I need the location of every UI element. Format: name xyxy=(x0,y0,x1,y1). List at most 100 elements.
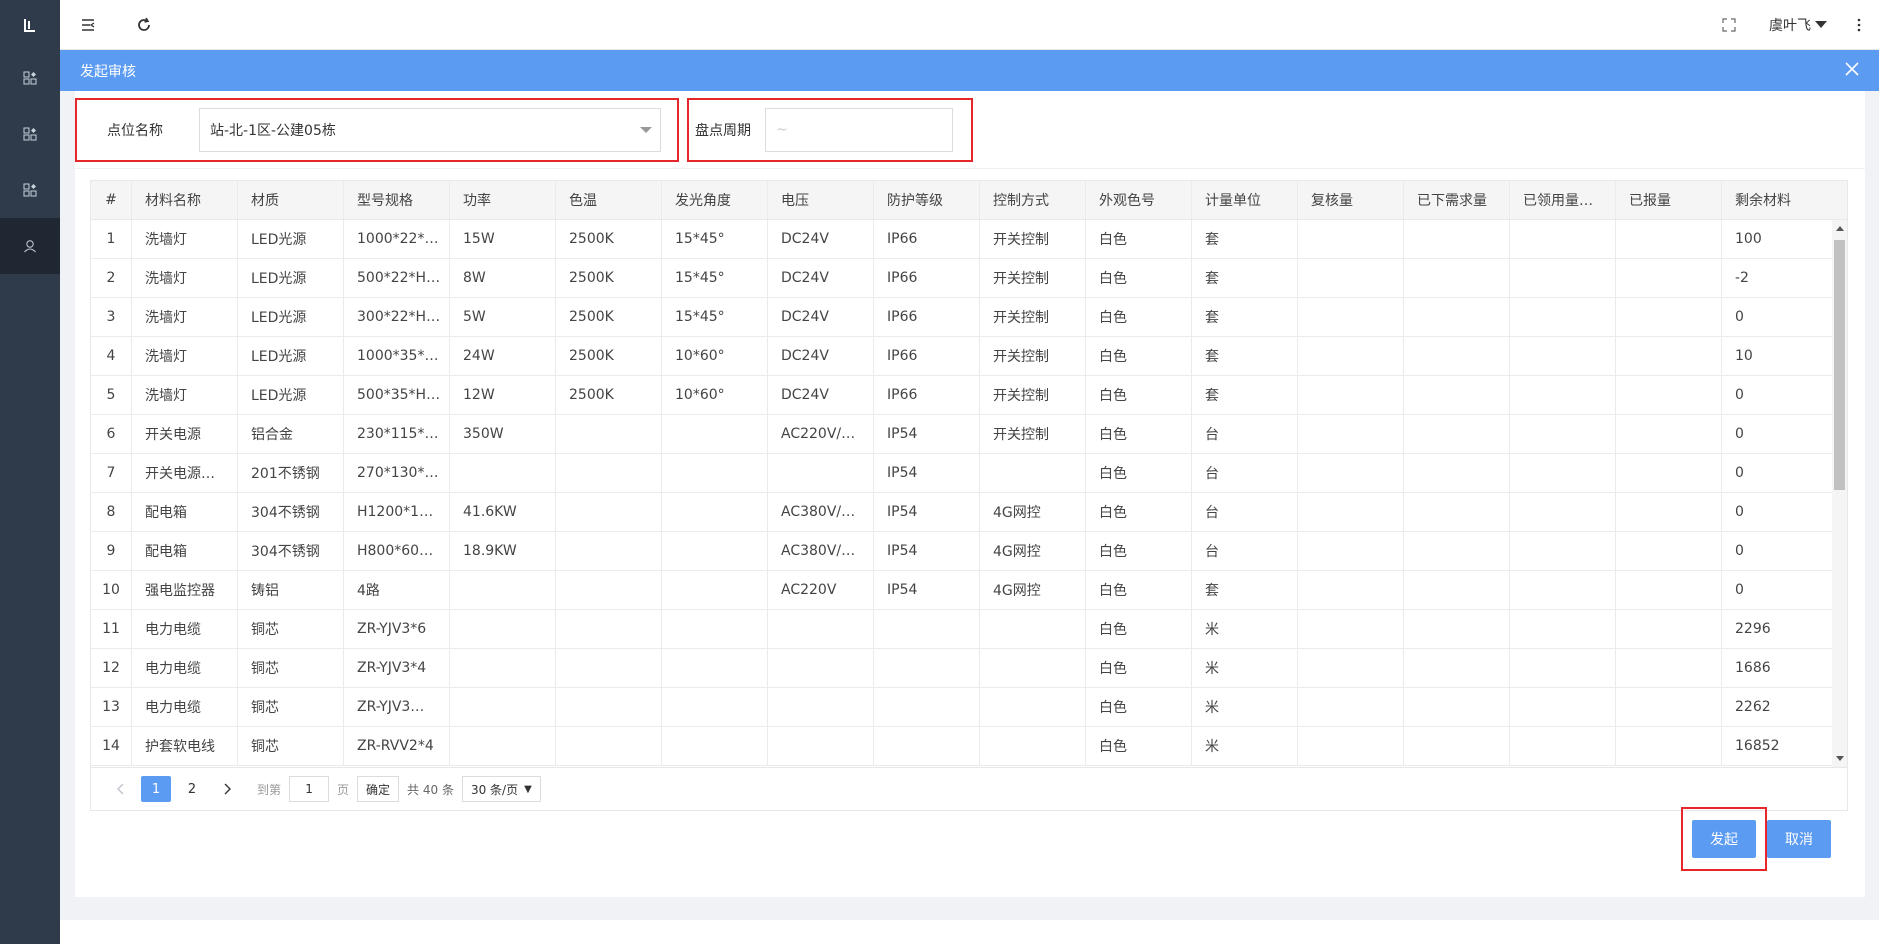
table-cell xyxy=(662,688,768,726)
table-cell xyxy=(1404,454,1510,492)
table-cell: 0 xyxy=(1735,387,1744,403)
cancel-button[interactable]: 取消 xyxy=(1767,820,1831,858)
table-cell xyxy=(1298,298,1404,336)
table-cell xyxy=(1616,454,1722,492)
table-cell: 电力电缆 xyxy=(132,688,238,726)
table-cell: 14 xyxy=(91,727,132,765)
table-cell xyxy=(450,610,556,648)
table-cell: 开关控制 xyxy=(980,337,1086,375)
table-row[interactable]: 3 洗墙灯 LED光源 300*22*H… 5W 2500K 15*45° DC24V IP66… xyxy=(91,298,1847,337)
table-cell: 开关控制 xyxy=(980,415,1086,453)
sidebar-item-1[interactable] xyxy=(0,50,60,106)
table-cell xyxy=(556,649,662,687)
period-label: 盘点周期 xyxy=(695,122,751,139)
table-cell xyxy=(1510,571,1616,609)
scroll-down-icon[interactable] xyxy=(1836,756,1844,761)
table-cell: 16852 xyxy=(1735,738,1780,754)
menu-toggle-icon[interactable] xyxy=(60,0,116,50)
table-row[interactable]: 10 强电监控器 铸铝 4路 AC220V IP54 4G网控 白色套 0 xyxy=(91,571,1847,610)
sidebar-item-3[interactable] xyxy=(0,162,60,218)
table-cell xyxy=(556,727,662,765)
table-cell xyxy=(662,727,768,765)
table-cell: 15*45° xyxy=(662,298,768,336)
table-cell: 0 xyxy=(1735,465,1744,481)
table-cell: 洗墙灯 xyxy=(132,376,238,414)
chevron-down-icon xyxy=(1815,21,1827,28)
table-cell: 18.9KW xyxy=(450,532,556,570)
column-header: 防护等级 xyxy=(874,181,980,219)
logo xyxy=(0,0,60,50)
page-2[interactable]: 2 xyxy=(177,776,207,802)
table-cell: 4G网控 xyxy=(980,571,1086,609)
table-cell xyxy=(768,727,874,765)
table-cell xyxy=(1298,532,1404,570)
location-select[interactable]: 站-北-1区-公建05栋 xyxy=(199,107,661,152)
table-cell xyxy=(450,649,556,687)
table-cell xyxy=(768,688,874,726)
table-cell xyxy=(556,493,662,531)
table-cell: 洗墙灯 xyxy=(132,220,238,258)
more-vertical-icon[interactable] xyxy=(1839,0,1879,50)
sidebar-item-4[interactable] xyxy=(0,218,60,274)
table-cell xyxy=(1404,727,1510,765)
table-row[interactable]: 4 洗墙灯 LED光源 1000*35*… 24W 2500K 10*60° DC24V IP6… xyxy=(91,337,1847,376)
table-row[interactable]: 7 开关电源… 201不锈钢 270*130*… IP54 白色台 0 xyxy=(91,454,1847,493)
table-cell: 201不锈钢 xyxy=(238,454,344,492)
page-1[interactable]: 1 xyxy=(141,776,171,802)
table-cell: DC24V xyxy=(768,298,874,336)
table-scrollbar[interactable] xyxy=(1832,220,1847,767)
table-cell: 套 xyxy=(1192,571,1298,609)
table-cell: IP66 xyxy=(874,259,980,297)
page-size-select[interactable]: 30 条/页 ▼ xyxy=(461,776,541,802)
close-icon[interactable] xyxy=(1845,61,1859,80)
table-cell: 2 xyxy=(91,259,132,297)
page-label: 页 xyxy=(337,782,350,797)
table-row[interactable]: 11 电力电缆 铜芯 ZR-YJV3*6 白色米 2296 xyxy=(91,610,1847,649)
table-cell: 13 xyxy=(91,688,132,726)
table-row[interactable]: 12 电力电缆 铜芯 ZR-YJV3*4 白色米 1686 xyxy=(91,649,1847,688)
table-row[interactable]: 8 配电箱 304不锈钢 H1200*1… 41.6KW AC380V/… IP54 4G网控… xyxy=(91,493,1847,532)
confirm-page-button[interactable]: 确定 xyxy=(357,776,400,802)
fullscreen-icon[interactable] xyxy=(1701,0,1757,50)
table-cell: 1000*22*… xyxy=(344,220,450,258)
table-row[interactable]: 5 洗墙灯 LED光源 500*35*H… 12W 2500K 10*60° DC24V IP6… xyxy=(91,376,1847,415)
table-row[interactable]: 14 护套软电线 铜芯 ZR-RVV2*4 白色米 16852 xyxy=(91,727,1847,766)
table-cell xyxy=(1298,415,1404,453)
table-cell xyxy=(1616,376,1722,414)
sidebar-item-2[interactable] xyxy=(0,106,60,162)
refresh-icon[interactable] xyxy=(116,0,172,50)
next-page-icon[interactable] xyxy=(213,776,243,802)
table-row[interactable]: 9 配电箱 304不锈钢 H800*60… 18.9KW AC380V/… IP54 4G网控… xyxy=(91,532,1847,571)
table-cell: 2500K xyxy=(556,259,662,297)
submit-button[interactable]: 发起 xyxy=(1692,820,1756,858)
table-cell xyxy=(1510,259,1616,297)
table-cell xyxy=(1510,610,1616,648)
table-body[interactable]: 1 洗墙灯 LED光源 1000*22*… 15W 2500K 15*45° DC24V IP6… xyxy=(91,220,1847,767)
table-cell: 白色 xyxy=(1086,415,1192,453)
user-menu[interactable]: 虞叶飞 xyxy=(1757,15,1839,35)
table-cell: 11 xyxy=(91,610,132,648)
table-cell: 电力电缆 xyxy=(132,649,238,687)
period-range-input[interactable]: ~ xyxy=(765,107,953,152)
table-cell xyxy=(1404,688,1510,726)
scroll-up-icon[interactable] xyxy=(1836,226,1844,231)
table-row[interactable]: 13 电力电缆 铜芯 ZR-YJV3… 白色米 2262 xyxy=(91,688,1847,727)
table-row[interactable]: 2 洗墙灯 LED光源 500*22*H… 8W 2500K 15*45° DC24V IP66… xyxy=(91,259,1847,298)
apps-icon xyxy=(23,71,37,85)
scroll-thumb[interactable] xyxy=(1834,240,1845,490)
table-cell: 米 xyxy=(1192,688,1298,726)
column-header: 已下需求量 xyxy=(1404,181,1510,219)
table-cell: 白色 xyxy=(1086,649,1192,687)
location-value: 站-北-1区-公建05栋 xyxy=(210,122,336,139)
prev-page-icon[interactable] xyxy=(105,776,135,802)
table-row[interactable]: 1 洗墙灯 LED光源 1000*22*… 15W 2500K 15*45° DC24V IP6… xyxy=(91,220,1847,259)
table-cell xyxy=(662,532,768,570)
goto-page-input[interactable]: 1 xyxy=(289,776,330,802)
table-cell: ZR-YJV3*6 xyxy=(344,610,450,648)
table-cell xyxy=(1404,649,1510,687)
table-cell xyxy=(980,649,1086,687)
table-row[interactable]: 6 开关电源 铝合金 230*115*… 350W AC220V/… IP54 开关控制 白色台… xyxy=(91,415,1847,454)
table-cell: 铜芯 xyxy=(238,649,344,687)
table-cell: 白色 xyxy=(1086,298,1192,336)
table-cell xyxy=(768,649,874,687)
